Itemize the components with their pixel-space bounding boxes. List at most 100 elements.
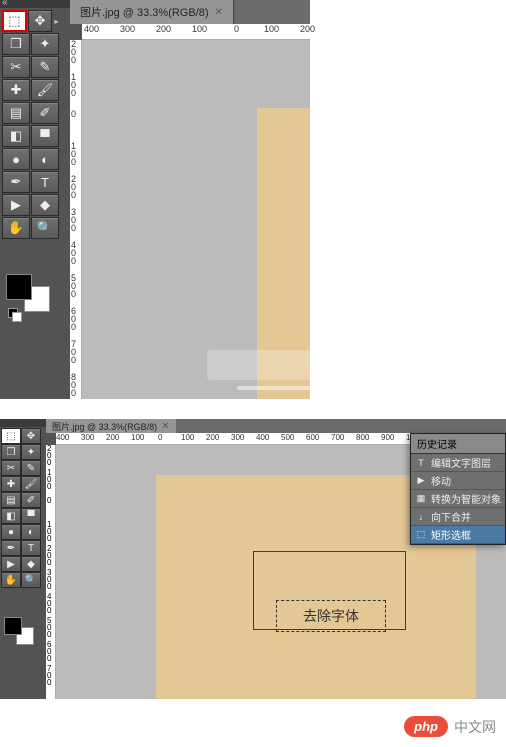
- history-label: 向下合并: [431, 509, 471, 524]
- marquee-tool[interactable]: ⬚: [2, 10, 27, 32]
- zoom-tool[interactable]: 🔍: [31, 217, 59, 239]
- ruler-mark: 300: [47, 569, 51, 590]
- ruler-mark: 100: [264, 24, 279, 34]
- ruler-mark: 300: [120, 24, 135, 34]
- history-brush-tool[interactable]: ✐: [31, 102, 59, 124]
- history-row[interactable]: ↓ 向下合并: [411, 508, 505, 526]
- ruler-mark: 200: [300, 24, 315, 34]
- hand-tool[interactable]: ✋: [1, 572, 21, 588]
- history-row[interactable]: ▶ 移动: [411, 472, 505, 490]
- history-label: 转换为智能对象: [431, 491, 501, 506]
- wand-tool[interactable]: ✦: [31, 33, 59, 55]
- eraser-tool[interactable]: ◧: [2, 125, 30, 147]
- shape-tool[interactable]: ◆: [31, 194, 59, 216]
- ruler-mark: 100: [47, 521, 51, 542]
- marquee-selection: 去除字体: [276, 600, 386, 632]
- pen-tool[interactable]: ✒: [2, 171, 30, 193]
- history-brush-tool[interactable]: ✐: [21, 492, 41, 508]
- eraser-tool[interactable]: ◧: [1, 508, 21, 524]
- wand-tool[interactable]: ✦: [21, 444, 41, 460]
- lasso-tool[interactable]: ❒: [1, 444, 21, 460]
- ruler-mark: 100: [71, 142, 76, 166]
- history-label: 编辑文字图层: [431, 455, 491, 470]
- close-tab-icon[interactable]: ✕: [161, 421, 169, 432]
- color-swatch[interactable]: [4, 268, 60, 324]
- ruler-mark: 400: [47, 593, 51, 614]
- ruler-mark: 0: [47, 497, 51, 504]
- foreground-color[interactable]: [6, 274, 32, 300]
- ruler-mark: 600: [47, 641, 51, 662]
- color-swatch[interactable]: [2, 613, 42, 653]
- move-tool[interactable]: ✥: [21, 428, 41, 444]
- document-tab-bar: 图片.jpg @ 33.3%(RGB/8) ✕: [70, 0, 310, 24]
- default-colors-icon[interactable]: [8, 308, 22, 322]
- tool-flyout-indicator: ▸: [53, 10, 60, 32]
- canvas[interactable]: [82, 40, 310, 399]
- ruler-mark: 200: [47, 545, 51, 566]
- text-layer: 去除字体: [303, 606, 359, 626]
- blur-tool[interactable]: ●: [1, 524, 21, 540]
- ruler-mark: 100: [131, 433, 144, 442]
- lasso-tool[interactable]: ❒: [2, 33, 30, 55]
- smart-object-icon: ▦: [414, 493, 428, 505]
- ruler-mark: 100: [192, 24, 207, 34]
- history-row[interactable]: T 编辑文字图层: [411, 454, 505, 472]
- ruler-mark: 400: [56, 433, 69, 442]
- document-tab-bar: 图片.jpg @ 33.3%(RGB/8) ✕: [46, 419, 506, 433]
- path-tool[interactable]: ▶: [1, 556, 21, 572]
- ruler-mark: 200: [206, 433, 219, 442]
- brush-tool[interactable]: 🖌: [31, 79, 59, 101]
- shape-tool[interactable]: ◆: [21, 556, 41, 572]
- ruler-vertical: 200 100 0 100 200 300 400 500 600 700 80…: [70, 40, 82, 399]
- history-panel-title[interactable]: 历史记录: [411, 434, 505, 454]
- ruler-horizontal: 400 300 200 100 0 100 200: [82, 24, 310, 40]
- healing-tool[interactable]: ✚: [2, 79, 30, 101]
- eyedropper-tool[interactable]: ✎: [21, 460, 41, 476]
- zoom-tool[interactable]: 🔍: [21, 572, 41, 588]
- ruler-mark: 400: [84, 24, 99, 34]
- eyedropper-tool[interactable]: ✎: [31, 56, 59, 78]
- tab-title: 图片.jpg @ 33.3%(RGB/8): [52, 420, 157, 433]
- type-icon: T: [414, 457, 428, 469]
- ruler-mark: 200: [71, 175, 76, 199]
- gradient-tool[interactable]: ▀: [31, 125, 59, 147]
- type-tool[interactable]: T: [31, 171, 59, 193]
- dodge-tool[interactable]: ◐: [31, 148, 59, 170]
- stamp-tool[interactable]: ▤: [1, 492, 21, 508]
- stamp-tool[interactable]: ▤: [2, 102, 30, 124]
- document-tab[interactable]: 图片.jpg @ 33.3%(RGB/8) ✕: [46, 419, 176, 433]
- marquee-tool[interactable]: ⬚: [1, 428, 21, 444]
- document-tab[interactable]: 图片.jpg @ 33.3%(RGB/8) ✕: [70, 0, 234, 24]
- ruler-vertical: 200 100 0 100 200 300 400 500 600 700: [46, 445, 56, 699]
- merge-down-icon: ↓: [414, 511, 428, 523]
- foreground-color[interactable]: [4, 617, 22, 635]
- path-tool[interactable]: ▶: [2, 194, 30, 216]
- dodge-tool[interactable]: ◐: [21, 524, 41, 540]
- crop-tool[interactable]: ✂: [1, 460, 21, 476]
- ruler-mark: 800: [71, 373, 76, 397]
- blur-tool[interactable]: ●: [2, 148, 30, 170]
- gradient-tool[interactable]: ▀: [21, 508, 41, 524]
- ruler-mark: 0: [71, 110, 76, 118]
- ruler-mark: 800: [356, 433, 369, 442]
- close-tab-icon[interactable]: ✕: [215, 7, 223, 18]
- ruler-mark: 300: [81, 433, 94, 442]
- type-tool[interactable]: T: [21, 540, 41, 556]
- healing-tool[interactable]: ✚: [1, 476, 21, 492]
- ruler-mark: 700: [331, 433, 344, 442]
- move-icon: ▶: [414, 475, 428, 487]
- ruler-mark: 500: [281, 433, 294, 442]
- ruler-mark: 600: [71, 307, 76, 331]
- ruler-mark: 100: [181, 433, 194, 442]
- history-panel[interactable]: 历史记录 T 编辑文字图层 ▶ 移动 ▦ 转换为智能对象 ↓ 向下合并 ⬚ 矩形…: [410, 433, 506, 545]
- photoshop-window-2: ⬚ ✥ ❒✦ ✂✎ ✚🖌 ▤✐ ◧▀ ●◐ ✒T ▶◆ ✋🔍 图片.jpg @ …: [0, 419, 506, 699]
- history-row[interactable]: ▦ 转换为智能对象: [411, 490, 505, 508]
- ruler-mark: 700: [71, 340, 76, 364]
- move-tool[interactable]: ✥: [28, 10, 52, 32]
- hand-tool[interactable]: ✋: [2, 217, 30, 239]
- brush-tool[interactable]: 🖌: [21, 476, 41, 492]
- pen-tool[interactable]: ✒: [1, 540, 21, 556]
- history-row-selected[interactable]: ⬚ 矩形选框: [411, 526, 505, 544]
- crop-tool[interactable]: ✂: [2, 56, 30, 78]
- ruler-mark: 200: [106, 433, 119, 442]
